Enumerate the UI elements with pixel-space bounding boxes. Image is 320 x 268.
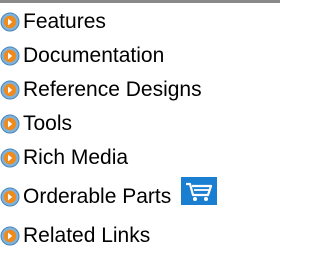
nav-link-label: Reference Designs	[23, 78, 202, 101]
nav-link-label: Related Links	[23, 224, 151, 247]
top-divider	[0, 0, 280, 3]
nav-link-label: Documentation	[23, 44, 165, 67]
orange-arrow-bullet-icon	[0, 187, 20, 207]
orange-arrow-bullet-icon	[0, 80, 20, 100]
nav-link-tools[interactable]: Tools	[0, 107, 280, 141]
nav-link-orderable-parts[interactable]: Orderable Parts	[0, 175, 280, 219]
nav-link-label: Orderable Parts	[23, 185, 172, 208]
orange-arrow-bullet-icon	[0, 114, 20, 134]
nav-link-rich-media[interactable]: Rich Media	[0, 141, 280, 175]
nav-link-label: Rich Media	[23, 146, 129, 169]
nav-link-label: Features	[23, 10, 106, 33]
orange-arrow-bullet-icon	[0, 148, 20, 168]
orange-arrow-bullet-icon	[0, 12, 20, 32]
section-nav-list: Features Documentation Reference Designs	[0, 5, 280, 253]
nav-link-reference-designs[interactable]: Reference Designs	[0, 73, 280, 107]
nav-link-features[interactable]: Features	[0, 5, 280, 39]
nav-link-label: Tools	[23, 112, 73, 135]
orange-arrow-bullet-icon	[0, 46, 20, 66]
nav-link-documentation[interactable]: Documentation	[0, 39, 280, 73]
shopping-cart-icon[interactable]	[181, 177, 218, 205]
nav-link-related-links[interactable]: Related Links	[0, 219, 280, 253]
orange-arrow-bullet-icon	[0, 226, 20, 246]
